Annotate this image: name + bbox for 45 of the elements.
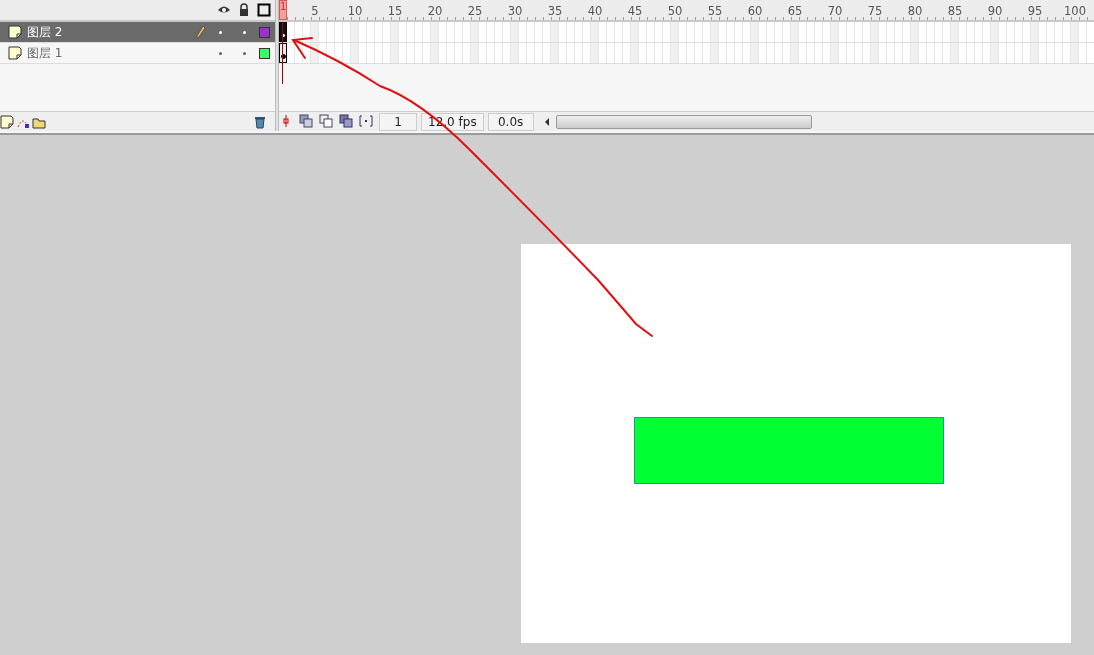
ruler-number: 95: [1027, 4, 1043, 18]
ruler-number: 50: [667, 4, 683, 18]
layer-row[interactable]: 图层 1: [0, 43, 275, 64]
ruler-number: 30: [507, 4, 523, 18]
ruler-number: 65: [787, 4, 803, 18]
new-layer-icon[interactable]: [0, 114, 14, 129]
ruler-number: 75: [867, 4, 883, 18]
ruler-number: 10: [347, 4, 363, 18]
layer-page-icon[interactable]: [8, 46, 22, 60]
ruler-number: 35: [547, 4, 563, 18]
onion-markers-icon[interactable]: [359, 113, 375, 130]
visibility-dot[interactable]: [219, 51, 222, 55]
scrollbar-thumb[interactable]: [555, 114, 812, 129]
ruler-number: 5: [311, 4, 319, 18]
outline-color-swatch[interactable]: [259, 26, 270, 38]
onion-outline-icon[interactable]: [319, 113, 335, 130]
layer-name: 图层 1: [27, 44, 64, 62]
scroll-left-icon[interactable]: [543, 117, 550, 126]
ruler-number: 20: [427, 4, 443, 18]
ruler-number: 40: [587, 4, 603, 18]
outline-square-icon[interactable]: [257, 3, 271, 17]
onion-skin-icon[interactable]: [299, 113, 315, 130]
ruler-number: 80: [907, 4, 923, 18]
ruler-number: 85: [947, 4, 963, 18]
frame-ruler[interactable]: 1 5 10 15 20 25 30 35 40 45 50 55 60 65 70 75 80 85 90 95 100: [279, 0, 1094, 22]
ruler-number: 45: [627, 4, 643, 18]
layer-page-icon[interactable]: [8, 25, 22, 39]
ruler-number: 25: [467, 4, 483, 18]
trash-icon[interactable]: [253, 114, 267, 129]
elapsed-time-field[interactable]: 0.0s: [487, 112, 534, 131]
layer-row[interactable]: 图层 2: [0, 22, 275, 43]
edit-multiple-frames-icon[interactable]: [339, 113, 355, 130]
ruler-number: 55: [707, 4, 723, 18]
ruler-number: 15: [387, 4, 403, 18]
ruler-number: 90: [987, 4, 1003, 18]
current-frame-field[interactable]: 1: [379, 112, 417, 131]
ruler-number: 60: [747, 4, 763, 18]
layer-name: 图层 2: [27, 23, 64, 41]
lock-icon[interactable]: [237, 3, 251, 17]
lock-dot[interactable]: [243, 30, 246, 34]
outline-color-swatch[interactable]: [259, 47, 270, 59]
ruler-number: 70: [827, 4, 843, 18]
ruler-number: 100: [1064, 4, 1086, 18]
visibility-dot[interactable]: [219, 30, 222, 34]
lock-dot[interactable]: [243, 51, 246, 55]
